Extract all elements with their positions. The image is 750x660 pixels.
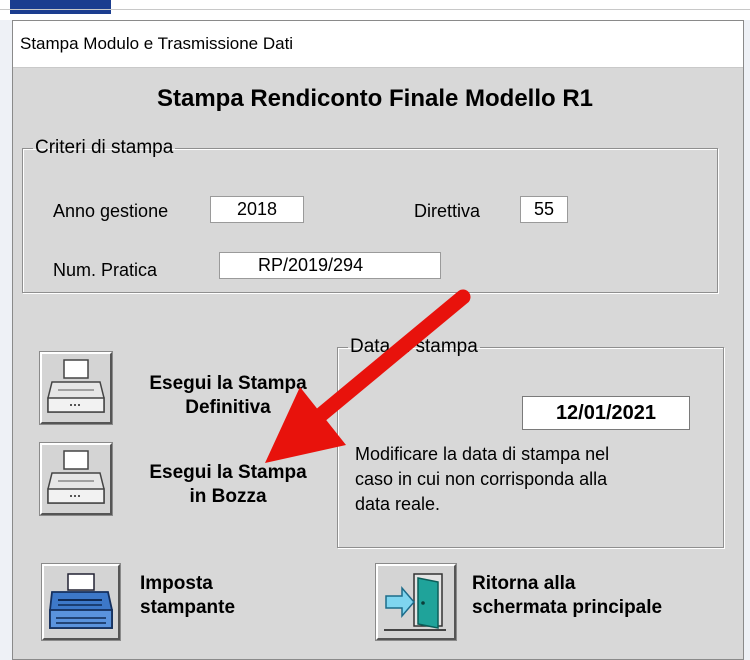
- ritorna-principale-label-line1: Ritorna alla: [472, 573, 576, 594]
- imposta-stampante-label-line1: Imposta: [140, 573, 213, 594]
- imposta-stampante-label: Imposta stampante: [140, 572, 340, 620]
- stampa-bozza-label: Esegui la Stampa in Bozza: [118, 461, 338, 509]
- ritorna-principale-button[interactable]: [375, 563, 457, 641]
- criteri-legend: Criteri di stampa: [35, 137, 174, 158]
- ritorna-principale-label: Ritorna alla schermata principale: [472, 572, 742, 620]
- stampa-definitiva-label-line1: Esegui la Stampa: [149, 373, 307, 394]
- background-app-tab: [10, 0, 111, 14]
- num-pratica-label: Num. Pratica: [53, 260, 158, 280]
- stampa-definitiva-label-line2: Definitiva: [185, 397, 271, 418]
- data-stampa-legend: Data di stampa: [350, 336, 478, 357]
- imposta-stampante-label-line2: stampante: [140, 597, 236, 618]
- printer-icon: [47, 450, 105, 504]
- background-app-edge-left: [0, 20, 12, 660]
- imposta-stampante-button[interactable]: [41, 563, 121, 641]
- data-stampa-note-line1: Modificare la data di stampa nel: [355, 444, 610, 464]
- background-divider: [0, 9, 750, 10]
- direttiva-field[interactable]: 55: [520, 196, 568, 223]
- stampa-bozza-label-line2: in Bozza: [189, 486, 267, 507]
- background-app-edge-right: [744, 20, 750, 660]
- window-title: Stampa Modulo e Trasmissione Dati: [13, 21, 743, 68]
- exit-door-icon: [384, 573, 446, 631]
- printer-icon: [47, 359, 105, 413]
- ritorna-principale-label-line2: schermata principale: [472, 597, 663, 618]
- anno-gestione-label: Anno gestione: [53, 201, 169, 221]
- stampa-definitiva-button[interactable]: [39, 351, 113, 425]
- printer-setup-icon: [49, 573, 113, 629]
- data-stampa-note-line3: data reale.: [355, 494, 441, 514]
- data-stampa-note: Modificare la data di stampa nel caso in…: [355, 442, 705, 517]
- direttiva-label: Direttiva: [414, 201, 481, 221]
- page-title: Stampa Rendiconto Finale Modello R1: [156, 85, 594, 112]
- num-pratica-field[interactable]: RP/2019/294: [219, 252, 441, 279]
- stampa-bozza-label-line1: Esegui la Stampa: [149, 462, 307, 483]
- background-app-strip: [0, 0, 750, 14]
- stampa-bozza-button[interactable]: [39, 442, 113, 516]
- data-stampa-note-line2: caso in cui non corrisponda alla: [355, 469, 608, 489]
- data-stampa-field[interactable]: 12/01/2021: [522, 396, 690, 430]
- stampa-definitiva-label: Esegui la Stampa Definitiva: [118, 372, 338, 420]
- anno-gestione-field[interactable]: 2018: [210, 196, 304, 223]
